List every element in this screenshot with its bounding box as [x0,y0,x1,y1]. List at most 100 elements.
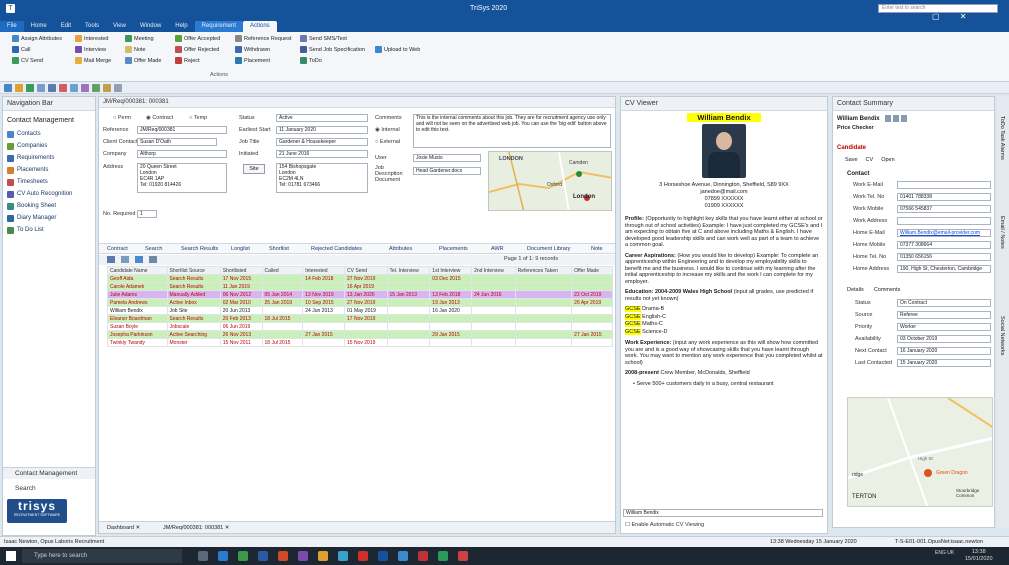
company-field[interactable]: Althorp [137,150,227,158]
tab-requirement[interactable]: Requirement [194,21,243,32]
site-address-field[interactable]: 154 Bishopsgate London EC2M 4LN Tel: 01781 … [276,163,368,193]
table-row[interactable]: Josepha Parkinson Active Searching 26 Nov … [107,330,613,339]
earliest-start-field[interactable]: 11 January 2020 [276,126,368,134]
grid-header-cell[interactable]: References Taken [514,266,573,275]
subtab-search-results[interactable]: Search Results [181,246,218,252]
tab-tools[interactable]: Tools [78,21,106,32]
summary-field-value[interactable]: 190, High St, Chesterton, Cambridge [897,265,991,273]
detail-field-value[interactable]: On Contract [897,299,991,307]
nav-search-pane[interactable]: Search [3,483,95,495]
placement-icon[interactable] [59,84,67,92]
assign-attributes-button[interactable]: Assign Attributes [12,35,62,42]
no-required-field[interactable]: 1 [137,210,157,218]
nav-todo-list[interactable]: To Do List [3,224,95,236]
grid-edit-icon[interactable] [107,256,115,263]
external-radio[interactable]: ○ External [375,139,400,145]
summary-field-value[interactable]: 01350 656156 [897,253,991,261]
summary-field-value[interactable]: William.Bendix@email-provider.com [897,229,991,237]
teams-icon[interactable] [398,551,408,561]
auto-cv-checkbox[interactable]: ☐ Enable Automatic CV Viewing [625,522,704,528]
side-tab-email[interactable]: Email / Notes [999,216,1005,249]
contact-icon[interactable] [26,84,34,92]
company-icon[interactable] [37,84,45,92]
detail-field-value[interactable]: Worker [897,323,991,331]
initiated-field[interactable]: 21 June 2016 [276,150,368,158]
explorer-icon[interactable] [318,551,328,561]
detail-field-value[interactable]: 03 October 2019 [897,335,991,343]
job-description-field[interactable]: Head Gardener.docx [413,167,481,175]
app-icon-green[interactable] [438,551,448,561]
contract-radio[interactable]: ◉ Contract [146,115,173,121]
detail-field-value[interactable]: 16 January 2020 [897,347,991,355]
subtab-rejected-candidates[interactable]: Rejected Candidates [311,246,362,252]
taskbar-search[interactable]: Type here to search [22,549,182,563]
tab-details[interactable]: Details [847,287,864,293]
subtab-placements[interactable]: Placements [439,246,468,252]
table-row[interactable]: Twinkly Twandy Monster 15 Nov 2011 18 Jul 2… [107,338,613,347]
subtab-search[interactable]: Search [145,246,162,252]
table-row[interactable]: Eleanor Boardman Search Results 20 Feb 201… [107,314,613,323]
client-contact-field[interactable]: Susan D'Oath [137,138,217,146]
todo-button[interactable]: ToDo [300,57,322,64]
side-tab-todo[interactable]: ToDo Task Alarms [999,116,1005,160]
detail-field-value[interactable]: 15 January 2020 [897,359,991,367]
call-button[interactable]: Call [12,46,30,53]
powerpoint-icon[interactable] [278,551,288,561]
diary-icon[interactable] [81,84,89,92]
grid-columns-icon[interactable] [149,256,157,263]
contact-map[interactable]: Green Dragon High St Stourbridge Common … [847,397,993,507]
nav-contacts[interactable]: Contacts [3,128,95,140]
save-button[interactable]: Save [845,157,858,163]
grid-header-cell[interactable]: Interested [302,266,346,275]
requirement-icon[interactable] [48,84,56,92]
home-icon[interactable] [4,84,12,92]
filter-icon[interactable] [135,256,143,263]
subtab-shortlist[interactable]: Shortlist [269,246,289,252]
summary-field-value[interactable]: 07566 545837 [897,205,991,213]
temp-radio[interactable]: ○ Temp [189,115,207,121]
app-icon-red[interactable] [418,551,428,561]
grid-header-cell[interactable]: Tel. Interview [386,266,431,275]
offer-accepted-button[interactable]: Offer Accepted [175,35,220,42]
note-button[interactable]: Note [125,46,146,53]
perm-radio[interactable]: ○ Perm [113,115,131,121]
timesheet-icon[interactable] [70,84,78,92]
grid-header-cell[interactable]: Called [261,266,304,275]
cv-name-footer[interactable]: William Bendix [623,509,823,517]
subtab-longlist[interactable]: Longlist [231,246,250,252]
send-sms-button[interactable]: Send SMS/Text [300,35,347,42]
chrome-icon[interactable] [358,551,368,561]
tab-comments[interactable]: Comments [874,287,901,293]
table-row[interactable]: Pamela Andrews Active Inbox 02 Mar 2010 25 … [107,298,613,307]
nav-contact-management-pane[interactable]: Contact Management [3,467,95,479]
offer-rejected-button[interactable]: Offer Rejected [175,46,219,53]
nav-cv-auto-recognition[interactable]: CV Auto Recognition [3,188,95,200]
task-view-icon[interactable] [198,551,208,561]
cv-document[interactable]: William Bendix 3 Horseshoe Avenue, Dinni… [625,113,823,505]
word-icon[interactable] [258,551,268,561]
tab-edit[interactable]: Edit [54,21,78,32]
linkedin-icon[interactable] [885,115,891,122]
table-row[interactable]: Julie Adams Manually Added 06 Nov 2012 05 J… [107,290,613,299]
job-title-field[interactable]: Gardener & Housekeeper [276,138,368,146]
nav-companies[interactable]: Companies [3,140,95,152]
tab-window[interactable]: Window [133,21,168,32]
excel-icon[interactable] [238,551,248,561]
windows-start-icon[interactable] [6,551,16,561]
reject-button[interactable]: Reject [175,57,200,64]
summary-field-value[interactable]: 07377 308664 [897,241,991,249]
subtab-contract[interactable]: Contract [107,246,128,252]
interview-button[interactable]: Interview [75,46,106,53]
facebook-icon[interactable] [893,115,899,122]
help-icon[interactable] [114,84,122,92]
app-icon-s[interactable] [458,551,468,561]
doc-tab-dashboard[interactable]: Dashboard ✕ [107,525,140,531]
table-row[interactable]: William Bendix Job Site 20 Jun 2013 24 Jun … [107,306,613,315]
meeting-button[interactable]: Meeting [125,35,154,42]
tab-help[interactable]: Help [168,21,194,32]
subtab-awr[interactable]: AWR [491,246,504,252]
table-row[interactable]: Geoff Aida Search Results 17 Nov 2015 14 Fe… [107,274,613,283]
reference-request-button[interactable]: Reference Request [235,35,291,42]
doc-tab-requirement[interactable]: JM/Req/000381: 000381 ✕ [163,525,229,531]
interested-button[interactable]: Interested [75,35,108,42]
